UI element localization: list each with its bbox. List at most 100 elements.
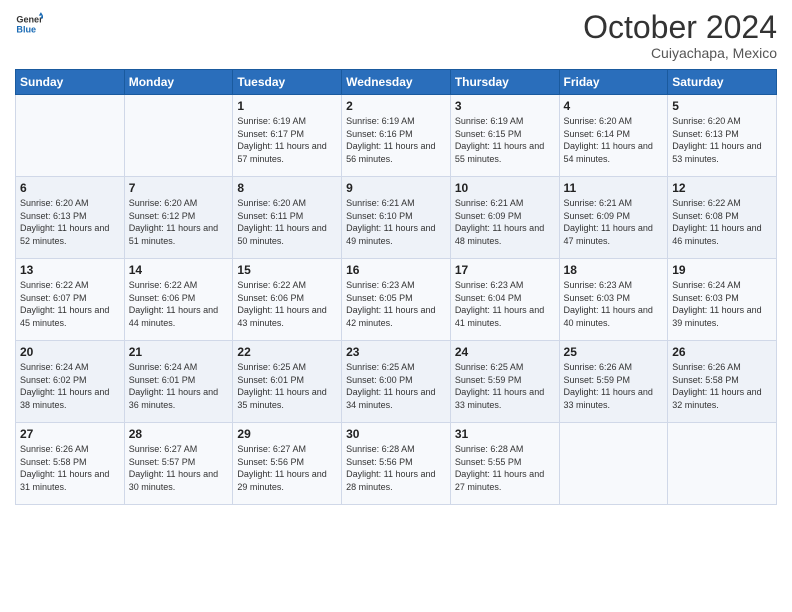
- day-info: Sunrise: 6:20 AMSunset: 6:13 PMDaylight:…: [672, 116, 761, 164]
- day-number: 20: [20, 345, 120, 359]
- day-info: Sunrise: 6:19 AMSunset: 6:16 PMDaylight:…: [346, 116, 435, 164]
- day-number: 7: [129, 181, 229, 195]
- calendar-cell: [559, 423, 668, 505]
- svg-text:Blue: Blue: [16, 24, 36, 34]
- day-number: 25: [564, 345, 664, 359]
- day-number: 29: [237, 427, 337, 441]
- day-info: Sunrise: 6:26 AMSunset: 5:58 PMDaylight:…: [672, 362, 761, 410]
- calendar-cell: 31 Sunrise: 6:28 AMSunset: 5:55 PMDaylig…: [450, 423, 559, 505]
- logo-icon: General Blue: [15, 10, 43, 38]
- day-number: 15: [237, 263, 337, 277]
- calendar-cell: 11 Sunrise: 6:21 AMSunset: 6:09 PMDaylig…: [559, 177, 668, 259]
- day-info: Sunrise: 6:28 AMSunset: 5:56 PMDaylight:…: [346, 444, 435, 492]
- calendar-cell: 25 Sunrise: 6:26 AMSunset: 5:59 PMDaylig…: [559, 341, 668, 423]
- calendar-cell: 4 Sunrise: 6:20 AMSunset: 6:14 PMDayligh…: [559, 95, 668, 177]
- day-number: 30: [346, 427, 446, 441]
- day-number: 27: [20, 427, 120, 441]
- calendar-cell: 13 Sunrise: 6:22 AMSunset: 6:07 PMDaylig…: [16, 259, 125, 341]
- day-info: Sunrise: 6:20 AMSunset: 6:14 PMDaylight:…: [564, 116, 653, 164]
- week-row-1: 1 Sunrise: 6:19 AMSunset: 6:17 PMDayligh…: [16, 95, 777, 177]
- calendar: SundayMondayTuesdayWednesdayThursdayFrid…: [15, 69, 777, 505]
- calendar-cell: 22 Sunrise: 6:25 AMSunset: 6:01 PMDaylig…: [233, 341, 342, 423]
- day-info: Sunrise: 6:19 AMSunset: 6:15 PMDaylight:…: [455, 116, 544, 164]
- calendar-cell: 27 Sunrise: 6:26 AMSunset: 5:58 PMDaylig…: [16, 423, 125, 505]
- month-title: October 2024: [583, 10, 777, 45]
- day-info: Sunrise: 6:20 AMSunset: 6:12 PMDaylight:…: [129, 198, 218, 246]
- day-number: 12: [672, 181, 772, 195]
- calendar-cell: 28 Sunrise: 6:27 AMSunset: 5:57 PMDaylig…: [124, 423, 233, 505]
- week-row-3: 13 Sunrise: 6:22 AMSunset: 6:07 PMDaylig…: [16, 259, 777, 341]
- day-number: 5: [672, 99, 772, 113]
- weekday-saturday: Saturday: [668, 70, 777, 95]
- day-number: 16: [346, 263, 446, 277]
- day-number: 6: [20, 181, 120, 195]
- calendar-cell: 24 Sunrise: 6:25 AMSunset: 5:59 PMDaylig…: [450, 341, 559, 423]
- day-number: 14: [129, 263, 229, 277]
- day-info: Sunrise: 6:19 AMSunset: 6:17 PMDaylight:…: [237, 116, 326, 164]
- calendar-cell: 26 Sunrise: 6:26 AMSunset: 5:58 PMDaylig…: [668, 341, 777, 423]
- day-info: Sunrise: 6:23 AMSunset: 6:05 PMDaylight:…: [346, 280, 435, 328]
- day-info: Sunrise: 6:25 AMSunset: 6:01 PMDaylight:…: [237, 362, 326, 410]
- week-row-2: 6 Sunrise: 6:20 AMSunset: 6:13 PMDayligh…: [16, 177, 777, 259]
- header: General Blue October 2024 Cuiyachapa, Me…: [15, 10, 777, 61]
- weekday-monday: Monday: [124, 70, 233, 95]
- calendar-cell: 15 Sunrise: 6:22 AMSunset: 6:06 PMDaylig…: [233, 259, 342, 341]
- day-number: 26: [672, 345, 772, 359]
- day-info: Sunrise: 6:25 AMSunset: 6:00 PMDaylight:…: [346, 362, 435, 410]
- calendar-cell: 19 Sunrise: 6:24 AMSunset: 6:03 PMDaylig…: [668, 259, 777, 341]
- day-number: 8: [237, 181, 337, 195]
- calendar-body: 1 Sunrise: 6:19 AMSunset: 6:17 PMDayligh…: [16, 95, 777, 505]
- week-row-4: 20 Sunrise: 6:24 AMSunset: 6:02 PMDaylig…: [16, 341, 777, 423]
- svg-text:General: General: [16, 15, 43, 25]
- day-number: 9: [346, 181, 446, 195]
- day-number: 24: [455, 345, 555, 359]
- day-info: Sunrise: 6:27 AMSunset: 5:57 PMDaylight:…: [129, 444, 218, 492]
- day-info: Sunrise: 6:22 AMSunset: 6:06 PMDaylight:…: [237, 280, 326, 328]
- calendar-cell: 10 Sunrise: 6:21 AMSunset: 6:09 PMDaylig…: [450, 177, 559, 259]
- day-number: 3: [455, 99, 555, 113]
- day-info: Sunrise: 6:26 AMSunset: 5:59 PMDaylight:…: [564, 362, 653, 410]
- day-info: Sunrise: 6:28 AMSunset: 5:55 PMDaylight:…: [455, 444, 544, 492]
- day-info: Sunrise: 6:20 AMSunset: 6:11 PMDaylight:…: [237, 198, 326, 246]
- day-info: Sunrise: 6:22 AMSunset: 6:08 PMDaylight:…: [672, 198, 761, 246]
- day-info: Sunrise: 6:24 AMSunset: 6:03 PMDaylight:…: [672, 280, 761, 328]
- page: General Blue October 2024 Cuiyachapa, Me…: [0, 0, 792, 612]
- day-info: Sunrise: 6:26 AMSunset: 5:58 PMDaylight:…: [20, 444, 109, 492]
- day-info: Sunrise: 6:24 AMSunset: 6:01 PMDaylight:…: [129, 362, 218, 410]
- logo: General Blue: [15, 10, 43, 38]
- day-number: 28: [129, 427, 229, 441]
- calendar-cell: 7 Sunrise: 6:20 AMSunset: 6:12 PMDayligh…: [124, 177, 233, 259]
- day-info: Sunrise: 6:23 AMSunset: 6:04 PMDaylight:…: [455, 280, 544, 328]
- day-number: 22: [237, 345, 337, 359]
- weekday-wednesday: Wednesday: [342, 70, 451, 95]
- calendar-cell: 5 Sunrise: 6:20 AMSunset: 6:13 PMDayligh…: [668, 95, 777, 177]
- weekday-sunday: Sunday: [16, 70, 125, 95]
- day-number: 31: [455, 427, 555, 441]
- calendar-cell: [668, 423, 777, 505]
- week-row-5: 27 Sunrise: 6:26 AMSunset: 5:58 PMDaylig…: [16, 423, 777, 505]
- calendar-cell: 16 Sunrise: 6:23 AMSunset: 6:05 PMDaylig…: [342, 259, 451, 341]
- day-number: 10: [455, 181, 555, 195]
- day-info: Sunrise: 6:24 AMSunset: 6:02 PMDaylight:…: [20, 362, 109, 410]
- day-number: 18: [564, 263, 664, 277]
- calendar-cell: 23 Sunrise: 6:25 AMSunset: 6:00 PMDaylig…: [342, 341, 451, 423]
- calendar-cell: 8 Sunrise: 6:20 AMSunset: 6:11 PMDayligh…: [233, 177, 342, 259]
- calendar-cell: [124, 95, 233, 177]
- day-number: 13: [20, 263, 120, 277]
- day-info: Sunrise: 6:22 AMSunset: 6:06 PMDaylight:…: [129, 280, 218, 328]
- day-number: 17: [455, 263, 555, 277]
- weekday-row: SundayMondayTuesdayWednesdayThursdayFrid…: [16, 70, 777, 95]
- weekday-tuesday: Tuesday: [233, 70, 342, 95]
- calendar-cell: 14 Sunrise: 6:22 AMSunset: 6:06 PMDaylig…: [124, 259, 233, 341]
- day-number: 4: [564, 99, 664, 113]
- calendar-cell: 20 Sunrise: 6:24 AMSunset: 6:02 PMDaylig…: [16, 341, 125, 423]
- calendar-cell: 3 Sunrise: 6:19 AMSunset: 6:15 PMDayligh…: [450, 95, 559, 177]
- day-number: 11: [564, 181, 664, 195]
- day-info: Sunrise: 6:20 AMSunset: 6:13 PMDaylight:…: [20, 198, 109, 246]
- calendar-cell: [16, 95, 125, 177]
- day-info: Sunrise: 6:27 AMSunset: 5:56 PMDaylight:…: [237, 444, 326, 492]
- weekday-thursday: Thursday: [450, 70, 559, 95]
- day-number: 23: [346, 345, 446, 359]
- day-info: Sunrise: 6:22 AMSunset: 6:07 PMDaylight:…: [20, 280, 109, 328]
- day-info: Sunrise: 6:21 AMSunset: 6:09 PMDaylight:…: [455, 198, 544, 246]
